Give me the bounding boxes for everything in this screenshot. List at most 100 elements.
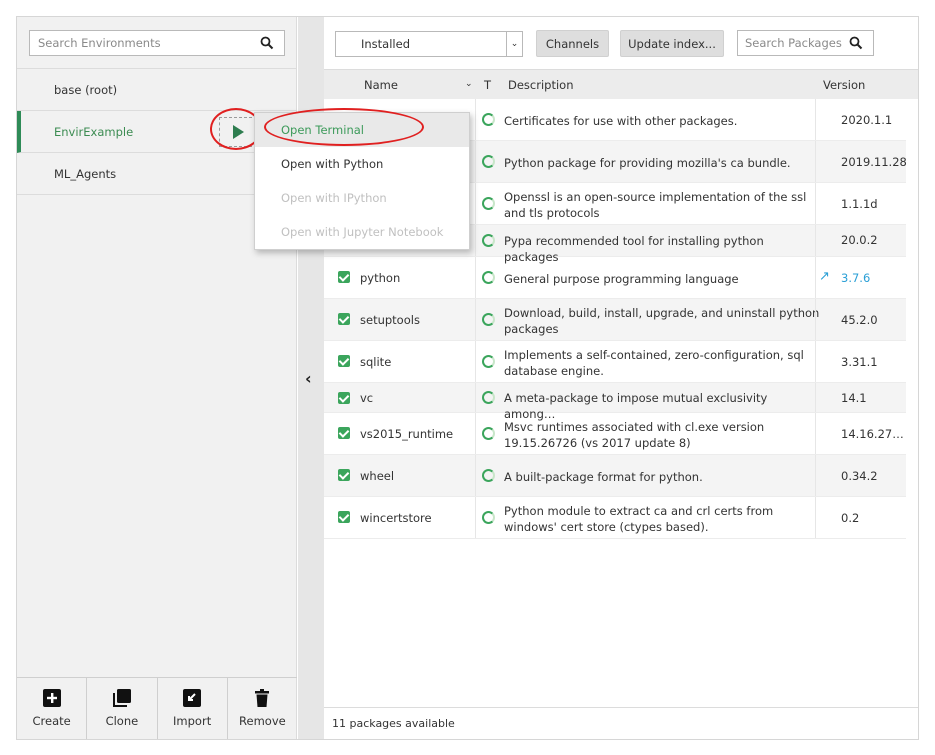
column-header-name[interactable]: Name (364, 78, 398, 92)
installed-checkbox[interactable] (338, 511, 350, 523)
menu-item-label: Open with IPython (281, 191, 387, 205)
package-search-box[interactable] (737, 30, 874, 56)
menu-item-open-with-jupyter: Open with Jupyter Notebook (255, 215, 469, 249)
column-divider (815, 413, 816, 454)
package-filter-select[interactable]: Installed ⌄ (335, 31, 523, 57)
clone-label: Clone (105, 714, 139, 728)
package-version: 2019.11.28 (841, 155, 907, 169)
column-divider (815, 455, 816, 496)
package-version[interactable]: 3.7.6 (841, 271, 870, 285)
remove-label: Remove (239, 714, 286, 728)
installed-checkbox[interactable] (338, 469, 350, 481)
package-description: Download, build, install, upgrade, and u… (504, 306, 820, 336)
search-icon[interactable] (260, 36, 274, 50)
package-description: General purpose programming language (504, 272, 739, 286)
package-version: 0.34.2 (841, 469, 878, 483)
package-name: setuptools (360, 313, 420, 327)
copy-icon (112, 689, 131, 707)
package-filter-value: Installed (361, 37, 410, 51)
chevron-down-icon[interactable]: ⌄ (506, 32, 522, 56)
environment-actions-bar: Create Clone Import Remove (17, 677, 297, 739)
column-divider (815, 225, 816, 256)
environment-search-input[interactable] (30, 31, 250, 55)
trash-icon (255, 689, 270, 707)
column-divider (475, 299, 476, 340)
update-index-label: Update index... (628, 36, 716, 51)
remove-button[interactable]: Remove (228, 678, 297, 739)
column-divider (815, 141, 816, 182)
column-divider (815, 99, 816, 140)
column-divider (815, 183, 816, 224)
package-name: sqlite (360, 355, 392, 369)
channels-label: Channels (545, 36, 600, 51)
package-version: 14.1 (841, 391, 867, 405)
search-icon[interactable] (849, 36, 863, 50)
column-divider (815, 497, 816, 538)
column-divider (475, 341, 476, 382)
status-icon (482, 355, 495, 368)
environment-item[interactable]: base (root) (17, 69, 297, 111)
table-row[interactable]: wincertstore Python module to extract ca… (324, 497, 918, 539)
status-icon (482, 469, 495, 482)
update-index-button[interactable]: Update index... (620, 30, 724, 57)
column-header-version[interactable]: Version (823, 78, 865, 92)
status-icon (482, 155, 495, 168)
package-description: A built-package format for python. (504, 470, 703, 484)
channels-button[interactable]: Channels (536, 30, 609, 57)
import-button[interactable]: Import (158, 678, 228, 739)
status-icon (482, 271, 495, 284)
column-header-type[interactable]: T (484, 78, 491, 92)
status-icon (482, 511, 495, 524)
column-divider (475, 383, 476, 412)
chevron-left-icon[interactable]: ‹ (305, 369, 312, 388)
package-description: Implements a self-contained, zero-config… (504, 348, 804, 378)
package-name: vs2015_runtime (360, 427, 454, 441)
installed-checkbox[interactable] (338, 313, 350, 325)
packages-toolbar: Installed ⌄ Channels Update index... (324, 17, 918, 69)
clone-button[interactable]: Clone (87, 678, 158, 739)
package-description: Openssl is an open-source implementation… (504, 190, 807, 220)
menu-item-open-with-python[interactable]: Open with Python (255, 147, 469, 181)
sort-chevron-icon[interactable]: ⌄ (465, 79, 473, 89)
package-description: Python package for providing mozilla's c… (504, 156, 791, 170)
package-version: 2020.1.1 (841, 113, 893, 127)
create-button[interactable]: Create (17, 678, 88, 739)
package-version: 0.2 (841, 511, 860, 525)
table-row[interactable]: wheel A built-package format for python.… (324, 455, 918, 497)
environment-label: ML_Agents (54, 166, 117, 181)
package-description: Python module to extract ca and crl cert… (504, 504, 774, 534)
table-row[interactable]: python General purpose programming langu… (324, 257, 918, 299)
column-divider (475, 497, 476, 538)
installed-checkbox[interactable] (338, 427, 350, 439)
menu-item-label: Open with Python (281, 157, 384, 171)
package-search-input[interactable] (738, 31, 843, 55)
column-divider (815, 341, 816, 382)
table-row[interactable]: vs2015_runtime Msvc runtimes associated … (324, 413, 918, 455)
import-icon (183, 689, 202, 707)
status-icon (482, 391, 495, 404)
environment-search-box[interactable] (29, 30, 285, 56)
package-name: vc (360, 391, 374, 405)
package-name: wincertstore (360, 511, 432, 525)
installed-checkbox[interactable] (338, 355, 350, 367)
table-row[interactable]: setuptools Download, build, install, upg… (324, 299, 918, 341)
package-version: 20.0.2 (841, 233, 878, 247)
status-icon (482, 313, 495, 326)
packages-table-header: Name ⌄ T Description Version (324, 69, 918, 99)
installed-checkbox[interactable] (338, 271, 350, 283)
installed-checkbox[interactable] (338, 392, 350, 404)
update-arrow-icon[interactable]: ↗ (819, 269, 830, 284)
scrollbar-track[interactable] (906, 99, 918, 581)
menu-item-open-with-ipython: Open with IPython (255, 181, 469, 215)
column-divider (475, 225, 476, 256)
table-row[interactable]: sqlite Implements a self-contained, zero… (324, 341, 918, 383)
column-divider (815, 299, 816, 340)
status-icon (482, 427, 495, 440)
status-icon (482, 197, 495, 210)
environment-label: EnvirExample (54, 124, 134, 139)
column-header-description[interactable]: Description (508, 78, 574, 92)
status-icon (482, 113, 495, 126)
table-row[interactable]: vc A meta-package to impose mutual exclu… (324, 383, 918, 421)
column-divider (475, 455, 476, 496)
package-version: 45.2.0 (841, 313, 878, 327)
